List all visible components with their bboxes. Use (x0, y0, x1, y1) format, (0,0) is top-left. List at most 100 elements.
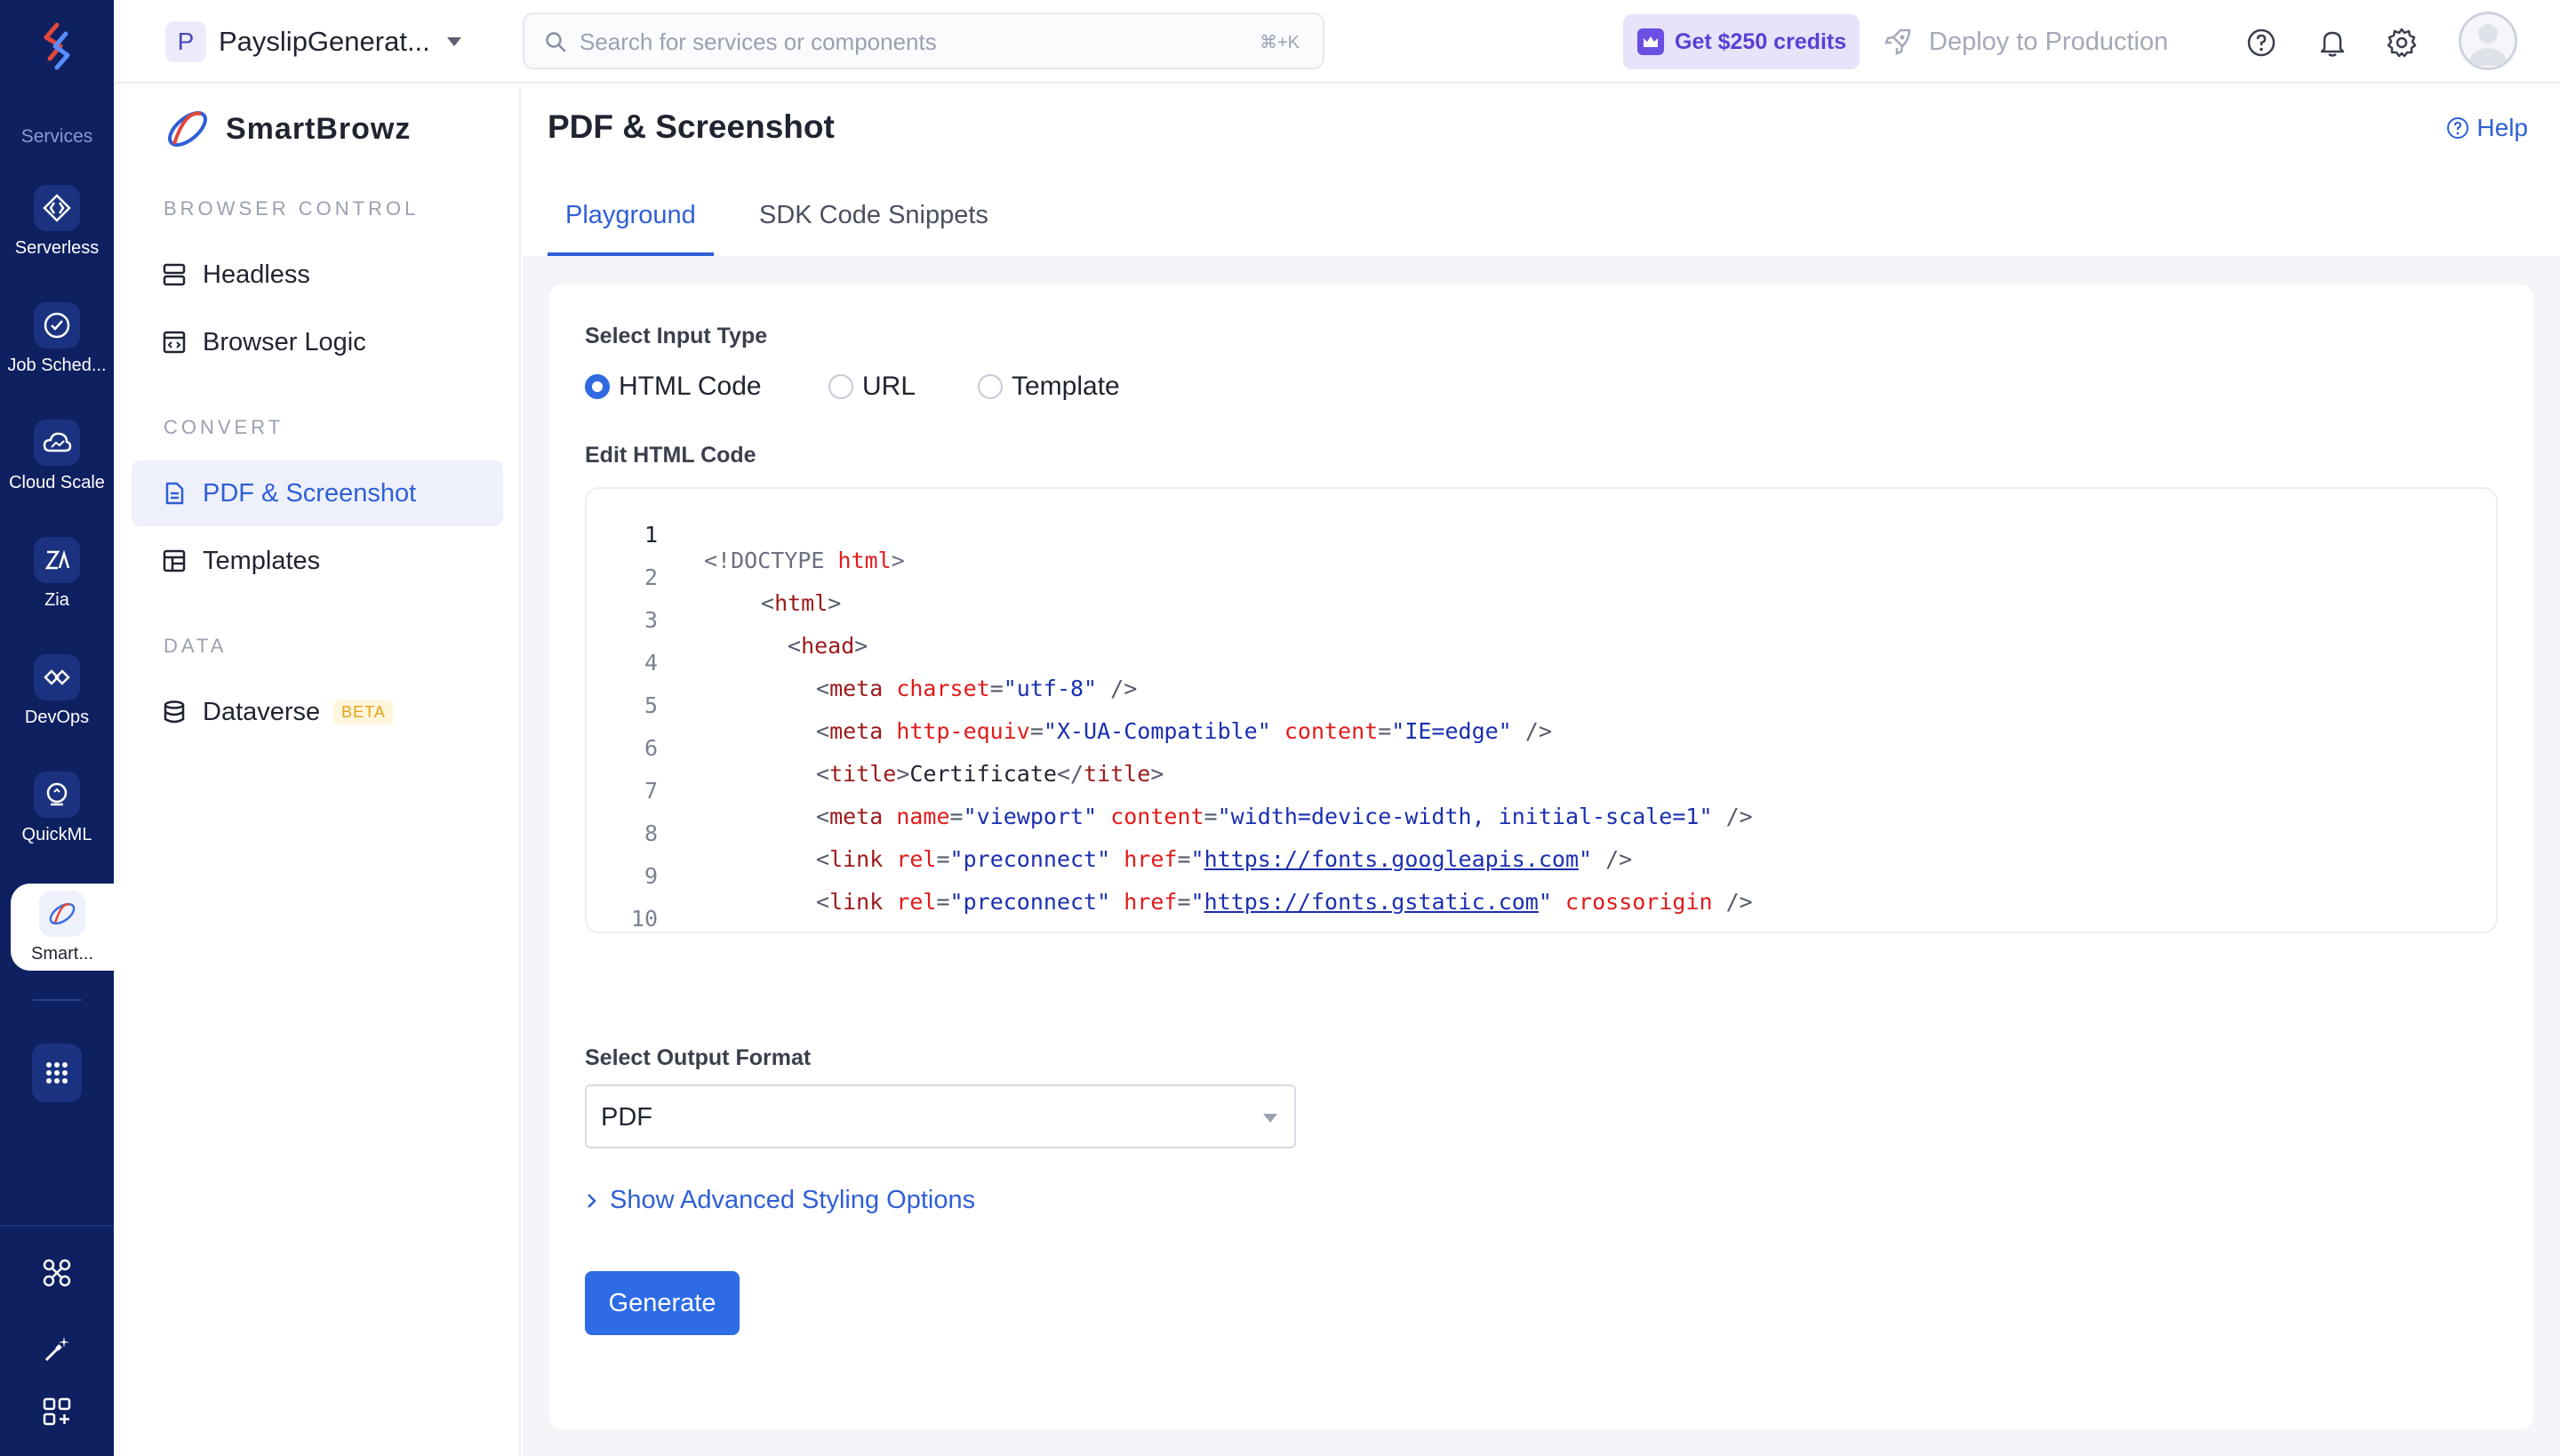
caret-down-icon (447, 37, 461, 46)
radio-label: HTML Code (619, 372, 762, 401)
project-name: PayslipGenerat... (219, 26, 430, 57)
advanced-styling-toggle[interactable]: Show Advanced Styling Options (585, 1186, 975, 1215)
output-format-label: Select Output Format (585, 1045, 812, 1070)
chevron-down-icon (1263, 1114, 1277, 1123)
rail-item-label: QuickML (21, 825, 92, 844)
advanced-styling-label: Show Advanced Styling Options (610, 1186, 976, 1214)
sidebar-item-label: Headless (203, 260, 310, 289)
sidebar-item-browser-logic[interactable]: Browser Logic (132, 309, 503, 375)
add-widget-button[interactable] (36, 1390, 78, 1433)
rail-item-serverless[interactable]: Serverless (0, 185, 114, 292)
project-switcher[interactable]: P PayslipGenerat... (165, 20, 462, 64)
radio-html-code[interactable]: HTML Code (585, 372, 762, 402)
smartbrowz-brand: SmartBrowz (162, 103, 411, 155)
deploy-label: Deploy to Production (1929, 27, 2169, 56)
get-credits-button[interactable]: Get $250 credits (1623, 14, 1860, 69)
question-circle-icon (2247, 28, 2276, 57)
radio-template[interactable]: Template (978, 372, 1120, 402)
section-browser-control: BROWSER CONTROL (164, 197, 420, 220)
crown-icon (1637, 28, 1664, 55)
html-code-editor[interactable]: 1 <!DOCTYPE html> 2 <html> 3 <head> 4 <m… (585, 487, 2498, 933)
devops-icon (34, 654, 80, 700)
rail-item-cloud-scale[interactable]: Cloud Scale (0, 420, 114, 526)
search-shortcut: ⌘+K (1259, 33, 1300, 52)
user-avatar[interactable] (2459, 12, 2517, 70)
all-services-button[interactable] (32, 1044, 82, 1102)
user-icon (2468, 24, 2508, 66)
bell-icon (2320, 31, 2345, 57)
database-icon (164, 700, 185, 724)
rail-item-smartbrowz[interactable]: Smart... (11, 884, 114, 971)
rocket-icon (1884, 28, 1911, 55)
main-content: PDF & Screenshot Help Playground SDK Cod… (523, 85, 2560, 1456)
browser-window-icon (163, 331, 186, 354)
input-type-label: Select Input Type (585, 324, 768, 348)
tab-sdk-code-snippets[interactable]: SDK Code Snippets (741, 201, 1006, 256)
magic-wand-icon (44, 1337, 69, 1362)
tab-playground[interactable]: Playground (548, 201, 714, 256)
code-line: 5 <meta http-equiv="X-UA-Compatible" con… (587, 667, 2496, 744)
rail-item-job-scheduling[interactable]: Job Sched... (0, 302, 114, 409)
deploy-to-production-button[interactable]: Deploy to Production (1883, 21, 2168, 62)
settings-button[interactable] (2384, 25, 2420, 60)
rail-item-devops[interactable]: DevOps (0, 654, 114, 761)
catalyst-logo-icon[interactable] (30, 20, 84, 73)
sidebar-item-pdf-screenshot[interactable]: PDF & Screenshot (132, 460, 503, 526)
search-input[interactable]: Search for services or components ⌘+K (523, 12, 1324, 69)
sidebar-item-templates[interactable]: Templates (132, 528, 503, 594)
section-data: DATA (164, 635, 228, 657)
gear-icon (2387, 28, 2417, 58)
add-widget-icon (43, 1397, 71, 1426)
sidebar-item-label: PDF & Screenshot (203, 478, 417, 508)
magic-wand-button[interactable] (36, 1328, 78, 1371)
code-line: 4 <meta charset="utf-8" /> (587, 624, 2496, 701)
credits-label: Get $250 credits (1675, 28, 1847, 54)
rail-item-label: Cloud Scale (9, 473, 105, 492)
output-format-select[interactable]: PDF (585, 1084, 1296, 1148)
output-format-value: PDF (601, 1103, 652, 1132)
playground-card: Select Input Type HTML Code URL Template… (549, 284, 2533, 1429)
code-line: 2 <html> (587, 539, 2496, 616)
rail-divider (32, 999, 82, 1001)
radio-label: URL (862, 372, 916, 401)
code-line: 6 <title>Certificate</title> (587, 709, 2496, 787)
rail-bottom-divider (0, 1225, 114, 1227)
notifications-button[interactable] (2315, 25, 2350, 60)
code-line: 8 <link rel="preconnect" href="https://f… (587, 795, 2496, 872)
document-icon (165, 482, 184, 505)
code-line: 3 <head> (587, 581, 2496, 659)
code-line: 9 <link rel="preconnect" href="https://f… (587, 837, 2496, 915)
sidebar-item-dataverse[interactable]: Dataverse BETA (132, 679, 503, 745)
top-bar: P PayslipGenerat... Search for services … (114, 0, 2560, 84)
help-link[interactable]: Help (2446, 114, 2528, 142)
section-convert: CONVERT (164, 416, 284, 438)
chevron-right-icon (588, 1193, 596, 1208)
help-circle-icon (2447, 117, 2469, 139)
integrations-button[interactable] (36, 1252, 78, 1294)
code-line: 1 <!DOCTYPE html> (587, 496, 2496, 573)
rail-item-label: Job Sched... (7, 356, 107, 375)
rail-item-zia[interactable]: Zia (0, 537, 114, 644)
rail-item-label: Serverless (14, 238, 100, 258)
rail-item-quickml[interactable]: QuickML (0, 772, 114, 878)
code-text: <link rel="stylesheet" href="styles.css"… (816, 932, 1364, 933)
code-line: 10 <link rel="stylesheet" href="styles.c… (587, 880, 2496, 932)
sidebar-item-headless[interactable]: Headless (132, 242, 503, 308)
generate-button[interactable]: Generate (585, 1271, 740, 1335)
cloud-scale-icon (34, 420, 80, 466)
sidebar-item-label: Browser Logic (203, 327, 366, 356)
smartbrowz-icon (39, 891, 85, 937)
services-rail: Services Serverless Job Sched... Cloud S… (0, 0, 114, 1456)
help-label: Help (2476, 114, 2528, 141)
help-button[interactable] (2244, 25, 2279, 60)
rail-item-label: Smart... (30, 944, 93, 964)
search-placeholder: Search for services or components (580, 28, 937, 55)
code-line: 7 <meta name="viewport" content="width=d… (587, 752, 2496, 829)
radio-label: Template (1012, 372, 1120, 401)
template-icon (163, 549, 186, 572)
edit-html-label: Edit HTML Code (585, 443, 756, 468)
radio-url[interactable]: URL (828, 372, 916, 402)
beta-badge: BETA (334, 700, 393, 724)
services-label: Services (20, 126, 93, 147)
sidebar-item-label: Templates (203, 546, 321, 575)
